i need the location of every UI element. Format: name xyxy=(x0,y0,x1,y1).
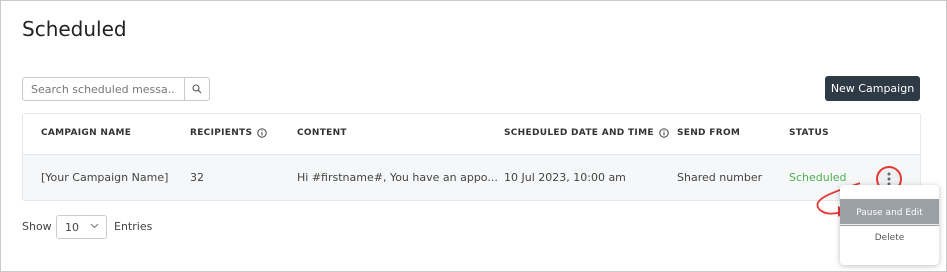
cell-recipients: 32 xyxy=(190,171,204,184)
cell-scheduled-date: 10 Jul 2023, 10:00 am xyxy=(504,171,626,184)
search-input[interactable] xyxy=(23,78,184,100)
chevron-down-icon xyxy=(90,223,99,229)
menu-item-delete[interactable]: Delete xyxy=(840,224,939,251)
scheduled-table: CAMPAIGN NAME RECIPIENTS CONTENT SCHEDUL… xyxy=(22,113,921,201)
search-box xyxy=(22,77,210,101)
info-icon xyxy=(257,128,267,138)
more-vertical-icon xyxy=(887,172,891,186)
page-title: Scheduled xyxy=(22,17,127,41)
new-campaign-button[interactable]: New Campaign xyxy=(825,76,920,101)
header-recipients: RECIPIENTS xyxy=(190,128,267,138)
table-header: CAMPAIGN NAME RECIPIENTS CONTENT SCHEDUL… xyxy=(23,114,920,155)
header-content: CONTENT xyxy=(297,128,347,138)
entries-label: Entries xyxy=(114,220,153,233)
table-row: [Your Campaign Name] 32 Hi #firstname#, … xyxy=(23,155,920,200)
entries-select[interactable]: 10 xyxy=(56,215,107,239)
cell-send-from: Shared number xyxy=(677,171,763,184)
search-icon xyxy=(192,84,202,94)
menu-item-pause-edit[interactable]: Pause and Edit xyxy=(840,199,939,226)
cell-content: Hi #firstname#, You have an appo... xyxy=(297,171,498,184)
header-status: STATUS xyxy=(789,128,829,138)
row-actions-menu: Pause and Edit Delete xyxy=(840,185,939,265)
show-label: Show xyxy=(22,220,52,233)
info-icon xyxy=(659,128,669,138)
header-campaign-name: CAMPAIGN NAME xyxy=(41,128,132,138)
search-button[interactable] xyxy=(184,78,209,100)
cell-campaign-name: [Your Campaign Name] xyxy=(41,171,169,184)
header-scheduled-date: SCHEDULED DATE AND TIME xyxy=(504,128,669,138)
header-send-from: SEND FROM xyxy=(677,128,741,138)
entries-select-value: 10 xyxy=(65,220,79,234)
